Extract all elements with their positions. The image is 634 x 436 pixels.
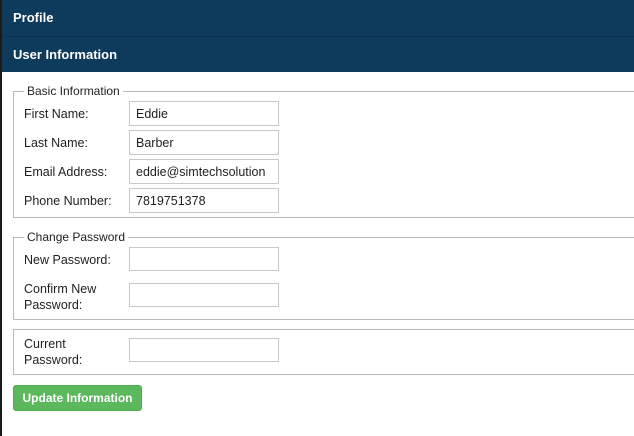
first-name-label: First Name:	[24, 107, 89, 121]
current-password-label-line1: Current	[24, 337, 66, 351]
last-name-label: Last Name:	[24, 136, 88, 150]
confirm-password-input[interactable]	[129, 283, 279, 307]
update-information-button[interactable]: Update Information	[13, 385, 142, 411]
section-title: User Information	[2, 36, 634, 72]
change-password-legend: Change Password	[27, 230, 126, 244]
email-input[interactable]	[129, 159, 279, 184]
new-password-label: New Password:	[24, 253, 111, 267]
confirm-password-label-line2: Password:	[24, 298, 83, 312]
email-label: Email Address:	[24, 165, 108, 179]
last-name-input[interactable]	[129, 130, 279, 155]
change-password-group: Change Password	[13, 230, 634, 320]
phone-input[interactable]	[129, 188, 279, 213]
confirm-password-label-line1: Confirm New	[24, 282, 97, 296]
current-password-group	[13, 329, 634, 375]
phone-label: Phone Number:	[24, 194, 112, 208]
first-name-input[interactable]	[129, 101, 279, 126]
basic-information-legend: Basic Information	[27, 84, 120, 98]
current-password-label-line2: Password:	[24, 353, 83, 367]
current-password-input[interactable]	[129, 338, 279, 362]
page-title: Profile	[2, 0, 634, 36]
new-password-input[interactable]	[129, 247, 279, 271]
